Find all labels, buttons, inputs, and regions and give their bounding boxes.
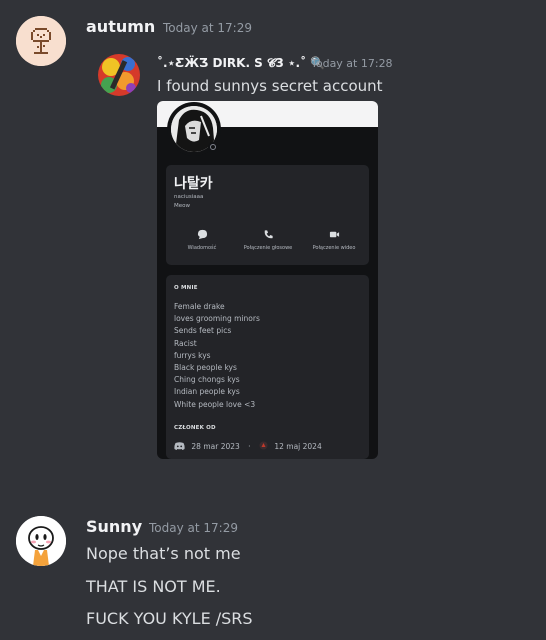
reply-avatar[interactable] bbox=[98, 54, 140, 96]
profile-display-name: 나탈카 bbox=[174, 176, 213, 192]
profile-username: naciusiaaa bbox=[174, 194, 204, 200]
message-autumn: autumn Today at 17:29 ˚.⋆ƸӜƷ DIRK. S 𝓒3 … bbox=[0, 0, 546, 470]
avatar[interactable] bbox=[16, 516, 66, 566]
reply-message-text: I found sunnys secret account bbox=[157, 77, 383, 95]
message-line: THAT IS NOT ME. bbox=[86, 577, 221, 596]
profile-pronouns: Meow bbox=[174, 203, 190, 209]
message-sunny: Sunny Today at 17:29 Nope that’s not me … bbox=[0, 500, 546, 640]
about-me-text: Female drake loves grooming minors Sends… bbox=[174, 302, 260, 409]
status-indicator bbox=[208, 142, 218, 152]
member-since-dates: 28 mar 2023 · 12 maj 2024 bbox=[174, 441, 322, 451]
message-line: FUCK YOU KYLE /SRS bbox=[86, 609, 253, 628]
phone-icon bbox=[264, 230, 273, 239]
tree-pixel-avatar-icon bbox=[16, 16, 66, 66]
profile-about-panel: O MNIE Female drake loves grooming minor… bbox=[166, 275, 369, 459]
about-me-heading: O MNIE bbox=[174, 285, 198, 291]
message-action: Wiadomość bbox=[167, 229, 237, 251]
reply-timestamp: Today at 17:28 bbox=[311, 57, 393, 70]
reply-author-name[interactable]: ˚.⋆ƸӜƷ DIRK. S 𝓒3 ⋆.˚ 🔍 bbox=[157, 56, 325, 71]
avatar[interactable] bbox=[16, 16, 66, 66]
author-name[interactable]: Sunny bbox=[86, 517, 142, 536]
discord-logo-icon bbox=[174, 442, 185, 450]
video-call-action: Połączenie wideo bbox=[299, 229, 369, 251]
cartoon-character-avatar-icon bbox=[16, 516, 66, 566]
chat-bubble-icon bbox=[197, 229, 207, 240]
voice-call-action: Połączenie głosowe bbox=[233, 229, 303, 251]
member-since-heading: CZŁONEK OD bbox=[174, 425, 216, 431]
author-name[interactable]: autumn bbox=[86, 17, 155, 36]
profile-info-panel: 나탈카 naciusiaaa Meow Wiadomość Połączenie… bbox=[166, 165, 369, 265]
message-line: Nope that’s not me bbox=[86, 544, 241, 563]
message-timestamp: Today at 17:29 bbox=[149, 521, 238, 535]
video-camera-icon bbox=[329, 231, 339, 238]
image-attachment[interactable]: 나탈카 naciusiaaa Meow Wiadomość Połączenie… bbox=[157, 101, 378, 459]
server-icon bbox=[259, 441, 268, 450]
colorful-art-avatar-icon bbox=[98, 54, 140, 96]
message-timestamp: Today at 17:29 bbox=[163, 21, 252, 35]
